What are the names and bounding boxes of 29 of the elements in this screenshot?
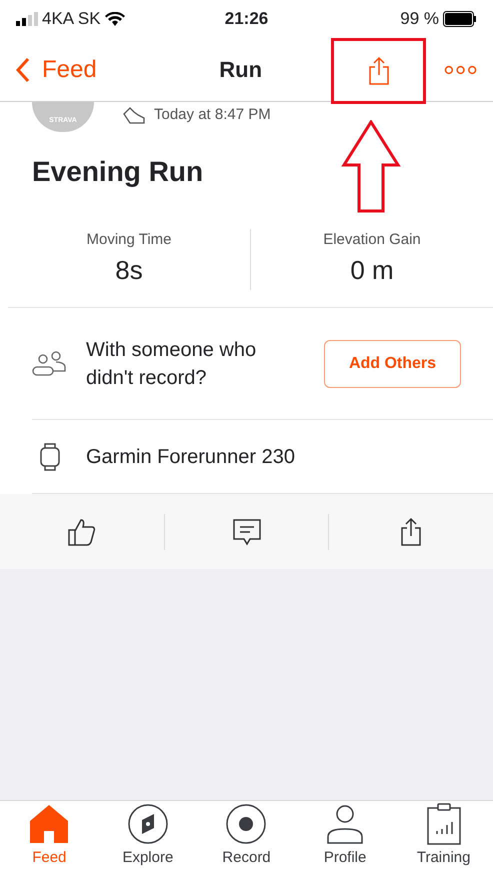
activity-title: Evening Run (32, 155, 204, 189)
clock-time: 21:26 (224, 8, 268, 30)
battery-percent: 99 % (400, 8, 439, 30)
stat-value: 0 m (350, 254, 394, 288)
compass-icon (126, 803, 169, 846)
stat-label: Moving Time (86, 230, 172, 250)
tab-bar-item[interactable]: Profile (296, 803, 394, 870)
people-icon (32, 350, 68, 378)
group-prompt: With someone who didn't record? (86, 338, 258, 390)
record-icon (225, 803, 268, 846)
more-icon[interactable] (444, 64, 477, 74)
wifi-icon (104, 12, 125, 26)
tab-bar-item[interactable]: Record (197, 803, 296, 870)
screen-title: Run (218, 56, 264, 84)
stat-label: Elevation Gain (323, 230, 421, 250)
activity-time: Today at 8:47 PM (154, 105, 271, 125)
battery-icon (442, 11, 477, 27)
tab-bar-item[interactable]: Training (394, 803, 493, 870)
device-name: Garmin Forerunner 230 (86, 444, 295, 470)
watch-icon (40, 442, 60, 472)
stat-value: 8s (115, 254, 143, 288)
carrier-name: 4KA SK (42, 8, 101, 30)
signal-icon (16, 12, 38, 26)
tab-bar-item[interactable]: Explore (98, 803, 198, 870)
comment-icon[interactable] (232, 518, 262, 546)
chevron-left-icon (16, 56, 30, 82)
home-icon (28, 803, 70, 846)
share-icon[interactable] (400, 516, 422, 546)
thumbs-up-icon[interactable] (66, 516, 97, 546)
